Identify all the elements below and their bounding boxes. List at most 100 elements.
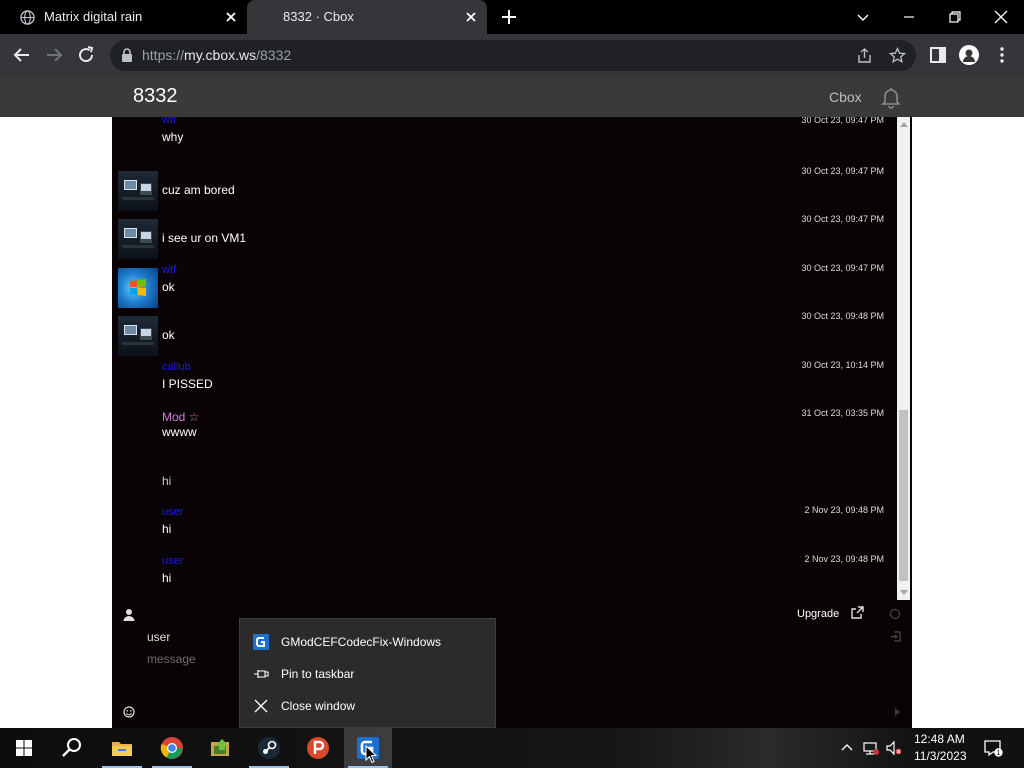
pin-icon: [254, 670, 269, 678]
message-item: user hi 2 Nov 23, 09:48 PM: [112, 505, 897, 553]
close-window-item[interactable]: Close window: [240, 690, 495, 722]
pin-to-taskbar-label: Pin to taskbar: [281, 667, 355, 681]
close-tab-icon[interactable]: [463, 9, 479, 25]
cbox-brand-link[interactable]: Cbox: [829, 89, 862, 105]
share-icon[interactable]: [856, 47, 873, 64]
name-field[interactable]: user: [147, 630, 170, 644]
taskbar-psiphon[interactable]: [294, 728, 342, 768]
message-scrollbar[interactable]: [897, 117, 910, 600]
start-button[interactable]: [0, 728, 48, 768]
vm-avatar: [118, 171, 158, 211]
chrome-menu-icon[interactable]: [992, 45, 1012, 65]
message-nick[interactable]: callub: [162, 361, 191, 373]
message-nick[interactable]: user: [162, 555, 183, 567]
page-title: 8332: [133, 85, 178, 107]
clock-date[interactable]: 11/3/2023: [914, 749, 967, 763]
message-text: ok: [162, 328, 175, 342]
vm-avatar: [118, 219, 158, 259]
jumplist-app-label: GModCEFCodecFix-Windows: [281, 635, 442, 649]
show-hidden-icons-chevron-icon[interactable]: [839, 740, 855, 756]
message-item: ok 30 Oct 23, 09:48 PM: [112, 311, 897, 359]
taskbar-jump-list: GModCEFCodecFix-Windows Pin to taskbar C…: [239, 618, 496, 728]
new-tab-icon[interactable]: [500, 8, 518, 26]
tab-8332-cbox[interactable]: 8332 · Cbox: [247, 0, 487, 34]
message-nick[interactable]: wtf: [162, 117, 176, 126]
message-time: 30 Oct 23, 10:14 PM: [801, 360, 884, 370]
scrollbar-thumb[interactable]: [899, 410, 908, 581]
bell-icon[interactable]: [879, 85, 903, 109]
win7-avatar: [118, 268, 158, 308]
message-time: 30 Oct 23, 09:47 PM: [801, 214, 884, 224]
scroll-up-arrow-icon[interactable]: [900, 122, 908, 127]
cbox-header: 8332 Cbox: [0, 77, 1024, 117]
taskbar-steam[interactable]: [245, 728, 293, 768]
status-circle-icon[interactable]: [890, 609, 900, 619]
message-text: i see ur on VM1: [162, 231, 247, 245]
send-arrow-icon[interactable]: [895, 708, 900, 716]
message-nick-mod[interactable]: Mod ☆: [162, 410, 199, 424]
user-icon[interactable]: [123, 608, 135, 621]
sign-out-icon[interactable]: [890, 631, 901, 642]
tab-title: Matrix digital rain: [44, 9, 143, 24]
url-text: https://my.cbox.ws/8332: [142, 47, 292, 63]
message-time: 2 Nov 23, 09:48 PM: [804, 505, 884, 515]
upgrade-link[interactable]: Upgrade: [797, 608, 839, 620]
message-text: hi: [162, 571, 172, 585]
pin-to-taskbar-item[interactable]: Pin to taskbar: [240, 658, 495, 690]
search-icon: [62, 738, 81, 757]
minimize-icon[interactable]: [898, 6, 920, 28]
message-text: hi: [162, 522, 172, 536]
start-icon: [16, 740, 32, 756]
file-explorer-icon: [112, 742, 132, 756]
message-item: callub I PISSED 30 Oct 23, 10:14 PM: [112, 360, 897, 408]
volume-muted-icon[interactable]: [886, 740, 902, 756]
windows-taskbar: 12:48 AM 11/3/2023 1: [0, 728, 1024, 768]
external-link-icon[interactable]: [851, 606, 864, 619]
gmod-app-icon: [253, 634, 269, 650]
globe-icon: [20, 10, 35, 25]
message-text: ok: [162, 280, 175, 294]
close-tab-icon[interactable]: [223, 9, 239, 25]
chat-composer: Upgrade user: [112, 600, 912, 728]
message-nick[interactable]: wtf: [162, 264, 176, 276]
tab-matrix-digital-rain[interactable]: Matrix digital rain: [0, 0, 247, 34]
forward-arrow-icon[interactable]: [44, 45, 64, 65]
emoji-icon[interactable]: [123, 706, 135, 718]
message-item: i see ur on VM1 30 Oct 23, 09:47 PM: [112, 214, 897, 262]
network-icon[interactable]: [863, 740, 879, 756]
message-item: cuz am bored 30 Oct 23, 09:47 PM: [112, 166, 897, 214]
clock-time[interactable]: 12:48 AM: [914, 732, 965, 746]
restore-icon[interactable]: [944, 6, 966, 28]
reload-icon[interactable]: [76, 45, 96, 65]
notification-icon: 1: [984, 740, 1003, 757]
lock-icon[interactable]: [121, 48, 133, 62]
chrome-icon: [160, 737, 183, 759]
profile-avatar-icon[interactable]: [959, 45, 979, 65]
message-time: 30 Oct 23, 09:47 PM: [801, 166, 884, 176]
message-text: wwww: [162, 425, 197, 439]
message-time: 30 Oct 23, 09:47 PM: [801, 117, 884, 125]
message-item: user hi 2 Nov 23, 09:48 PM: [112, 554, 897, 600]
message-item: hi: [112, 457, 897, 505]
message-text: I PISSED: [162, 377, 213, 391]
jumplist-app-item[interactable]: GModCEFCodecFix-Windows: [240, 626, 495, 658]
action-center-button[interactable]: 1: [983, 739, 1003, 757]
close-window-label: Close window: [281, 699, 356, 713]
search-button[interactable]: [48, 728, 96, 768]
tab-search-chevron-icon[interactable]: [852, 6, 874, 28]
side-panel-icon[interactable]: [928, 45, 948, 65]
notification-count: 1: [997, 750, 1001, 757]
message-time: 2 Nov 23, 09:48 PM: [804, 554, 884, 564]
message-item: wtf ok 30 Oct 23, 09:47 PM: [112, 263, 897, 311]
taskbar-chrome[interactable]: [148, 728, 196, 768]
back-arrow-icon[interactable]: [12, 45, 32, 65]
message-nick[interactable]: user: [162, 506, 183, 518]
message-time: 30 Oct 23, 09:48 PM: [801, 311, 884, 321]
taskbar-archive-app[interactable]: [196, 728, 244, 768]
steam-icon: [258, 737, 280, 759]
address-bar[interactable]: https://my.cbox.ws/8332: [110, 40, 916, 71]
taskbar-file-explorer[interactable]: [98, 728, 146, 768]
close-window-icon[interactable]: [990, 6, 1012, 28]
scroll-down-arrow-icon[interactable]: [900, 590, 908, 595]
bookmark-star-icon[interactable]: [889, 47, 906, 64]
